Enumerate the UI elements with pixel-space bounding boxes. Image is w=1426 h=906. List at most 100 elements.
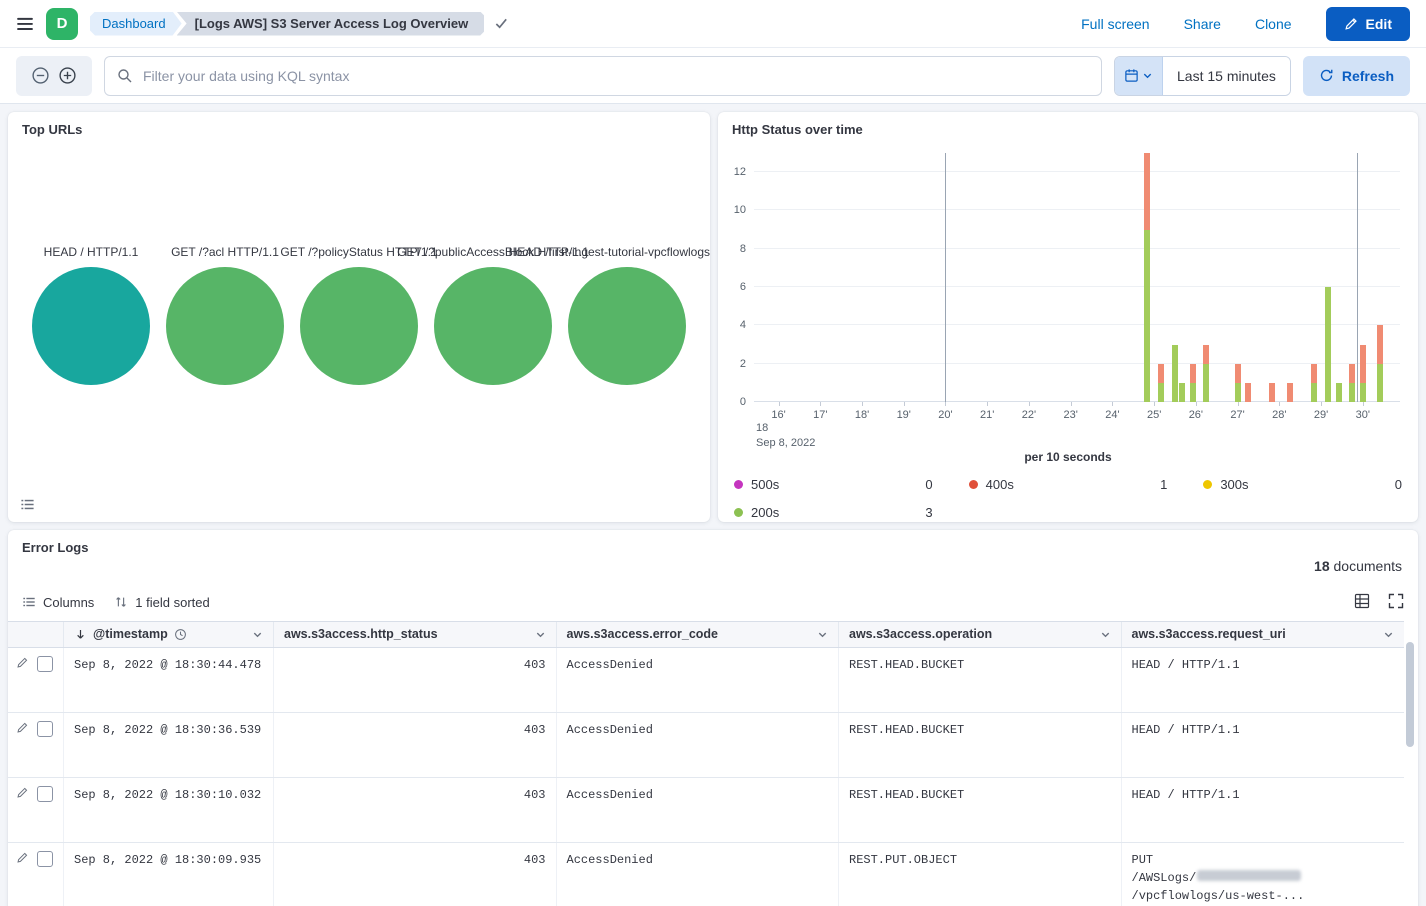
pie-chart-1: GET /?acl HTTP/1.1 [158, 245, 292, 385]
bar-200s[interactable] [1325, 287, 1331, 402]
column-header-timestamp[interactable]: @timestamp [64, 622, 274, 647]
search-input[interactable] [141, 67, 1089, 85]
menu-icon[interactable] [16, 15, 34, 33]
grid-toolbar: Columns 1 field sorted [8, 589, 1418, 615]
cell-request-uri[interactable]: HEAD / HTTP/1.1 [1122, 778, 1405, 842]
refresh-button[interactable]: Refresh [1303, 56, 1410, 96]
row-checkbox[interactable] [37, 656, 53, 672]
bar-400s[interactable] [1235, 364, 1241, 383]
cell-operation[interactable]: REST.HEAD.BUCKET [839, 713, 1122, 777]
column-label: aws.s3access.request_uri [1132, 625, 1286, 644]
row-checkbox[interactable] [37, 721, 53, 737]
cell-operation[interactable]: REST.PUT.OBJECT [839, 843, 1122, 906]
cell-request-uri[interactable]: HEAD / HTTP/1.1 [1122, 713, 1405, 777]
cell-http-status[interactable]: 403 [274, 648, 557, 712]
bar-400s[interactable] [1245, 383, 1251, 402]
bar-200s[interactable] [1158, 383, 1164, 402]
row-checkbox[interactable] [37, 786, 53, 802]
full-screen-link[interactable]: Full screen [1081, 16, 1149, 32]
bar-200s[interactable] [1336, 383, 1342, 402]
clone-link[interactable]: Clone [1255, 16, 1292, 32]
column-header-request-uri[interactable]: aws.s3access.request_uri [1122, 622, 1405, 647]
bar-200s[interactable] [1144, 230, 1150, 402]
bar-400s[interactable] [1144, 153, 1150, 230]
row-expand-pencil-icon[interactable] [16, 786, 29, 804]
add-filter-button[interactable] [58, 66, 77, 85]
cell-error-code[interactable]: AccessDenied [557, 713, 840, 777]
space-avatar[interactable]: D [46, 8, 78, 40]
legend-item-400s[interactable]: 400s1 [969, 474, 1168, 494]
bar-400s[interactable] [1287, 383, 1293, 402]
pie-slice[interactable] [32, 267, 150, 385]
kql-search-box[interactable] [104, 56, 1102, 96]
bar-200s[interactable] [1360, 383, 1366, 402]
cell-timestamp[interactable]: Sep 8, 2022 @ 18:30:09.935 [64, 843, 274, 906]
cell-http-status[interactable]: 403 [274, 778, 557, 842]
cell-error-code[interactable]: AccessDenied [557, 648, 840, 712]
pie-slice[interactable] [166, 267, 284, 385]
error-logs-panel: Error Logs 18 documents Columns 1 field … [8, 530, 1418, 906]
bar-200s[interactable] [1349, 383, 1355, 402]
cell-request-uri[interactable]: PUT /AWSLogs//vpcflowlogs/us-west-... [1122, 843, 1405, 906]
bar-400s[interactable] [1190, 364, 1196, 383]
row-expand-pencil-icon[interactable] [16, 721, 29, 739]
legend-item-300s[interactable]: 300s0 [1203, 474, 1402, 494]
bar-200s[interactable] [1179, 383, 1185, 402]
bar-200s[interactable] [1172, 345, 1178, 402]
x-tick-label: 20' [938, 409, 952, 421]
gridline [754, 401, 1400, 402]
time-range-button[interactable]: Last 15 minutes [1163, 57, 1290, 95]
date-picker-button[interactable] [1115, 57, 1163, 95]
share-link[interactable]: Share [1184, 16, 1221, 32]
edit-button[interactable]: Edit [1326, 7, 1410, 41]
row-checkbox[interactable] [37, 851, 53, 867]
cell-error-code[interactable]: AccessDenied [557, 843, 840, 906]
columns-button[interactable]: Columns [22, 595, 94, 610]
cell-http-status[interactable]: 403 [274, 843, 557, 906]
bar-400s[interactable] [1311, 364, 1317, 383]
error-logs-table: @timestampaws.s3access.http_statusaws.s3… [8, 621, 1418, 906]
legend-toggle-icon[interactable] [20, 497, 35, 512]
cell-timestamp[interactable]: Sep 8, 2022 @ 18:30:44.478 [64, 648, 274, 712]
column-header-error-code[interactable]: aws.s3access.error_code [557, 622, 840, 647]
table-row: Sep 8, 2022 @ 18:30:36.539403AccessDenie… [8, 713, 1404, 778]
bar-200s[interactable] [1190, 383, 1196, 402]
legend-item-200s[interactable]: 200s3 [734, 502, 933, 522]
bar-400s[interactable] [1158, 364, 1164, 383]
cell-operation[interactable]: REST.HEAD.BUCKET [839, 778, 1122, 842]
cell-http-status[interactable]: 403 [274, 713, 557, 777]
breadcrumb-dashboard[interactable]: Dashboard [90, 12, 182, 36]
fullscreen-icon[interactable] [1388, 593, 1404, 612]
bar-200s[interactable] [1235, 383, 1241, 402]
row-controls [8, 713, 64, 777]
x-tick-label: 24' [1105, 409, 1119, 421]
row-expand-pencil-icon[interactable] [16, 851, 29, 869]
bar-400s[interactable] [1377, 325, 1383, 363]
bar-200s[interactable] [1377, 364, 1383, 402]
cell-operation[interactable]: REST.HEAD.BUCKET [839, 648, 1122, 712]
bar-400s[interactable] [1203, 345, 1209, 364]
pie-slice[interactable] [568, 267, 686, 385]
column-header-operation[interactable]: aws.s3access.operation [839, 622, 1122, 647]
y-tick-label: 6 [740, 281, 746, 293]
saved-check-icon[interactable] [494, 16, 509, 31]
cell-error-code[interactable]: AccessDenied [557, 778, 840, 842]
table-scrollbar[interactable] [1406, 642, 1414, 747]
bar-200s[interactable] [1203, 364, 1209, 402]
cell-timestamp[interactable]: Sep 8, 2022 @ 18:30:36.539 [64, 713, 274, 777]
row-expand-pencil-icon[interactable] [16, 656, 29, 674]
display-options-icon[interactable] [1354, 593, 1370, 612]
legend-item-500s[interactable]: 500s0 [734, 474, 933, 494]
column-header-http-status[interactable]: aws.s3access.http_status [274, 622, 557, 647]
table-row: Sep 8, 2022 @ 18:30:44.478403AccessDenie… [8, 648, 1404, 713]
cell-request-uri[interactable]: HEAD / HTTP/1.1 [1122, 648, 1405, 712]
filter-exclude-button[interactable] [31, 66, 50, 85]
bar-400s[interactable] [1269, 383, 1275, 402]
cell-timestamp[interactable]: Sep 8, 2022 @ 18:30:10.032 [64, 778, 274, 842]
sort-fields-button[interactable]: 1 field sorted [114, 595, 209, 610]
bar-400s[interactable] [1360, 345, 1366, 383]
pie-slice[interactable] [300, 267, 418, 385]
bar-200s[interactable] [1311, 383, 1317, 402]
pie-slice[interactable] [434, 267, 552, 385]
bar-400s[interactable] [1349, 364, 1355, 383]
